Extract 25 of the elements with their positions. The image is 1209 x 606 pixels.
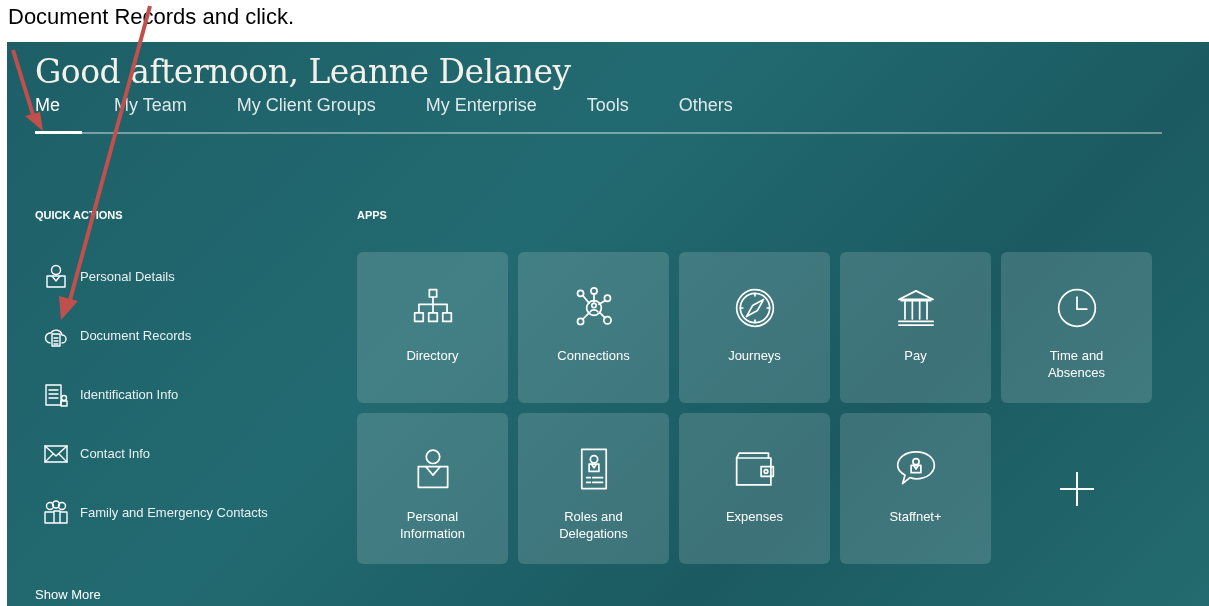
app-tile[interactable]: Roles and Delegations	[518, 413, 669, 564]
app-tile[interactable]: Expenses	[679, 413, 830, 564]
nav-tab[interactable]: Others	[660, 89, 751, 134]
quick-action-link[interactable]: Identification Info	[43, 382, 268, 408]
family-icon	[43, 500, 69, 526]
greeting-heading: Good afternoon, Leanne Delaney	[35, 52, 571, 92]
app-tile[interactable]: Staffnet+	[840, 413, 991, 564]
app-tile[interactable]: Personal Information	[357, 413, 508, 564]
app-tile[interactable]: Journeys	[679, 252, 830, 403]
plus-icon	[1058, 470, 1095, 507]
app-tile[interactable]: Time and Absences	[1001, 252, 1152, 403]
app-tile[interactable]: Connections	[518, 252, 669, 403]
quick-action-link[interactable]: Family and Emergency Contacts	[43, 500, 268, 526]
quick-action-link[interactable]: Personal Details	[43, 264, 268, 290]
person-card-icon	[43, 264, 69, 290]
nav-tab[interactable]: My Enterprise	[407, 89, 555, 134]
quick-action-link[interactable]: Document Records	[43, 323, 268, 349]
document-person-icon	[43, 382, 69, 408]
app-tile[interactable]: Pay	[840, 252, 991, 403]
section-heading: APPS	[357, 208, 387, 223]
nav-tab[interactable]: Tools	[568, 89, 647, 134]
nav-tab[interactable]: My Client Groups	[218, 89, 394, 134]
show-more-link[interactable]: Show More	[35, 585, 101, 605]
quick-action-link[interactable]: Contact Info	[43, 441, 268, 467]
app-tile[interactable]: Directory	[357, 252, 508, 403]
